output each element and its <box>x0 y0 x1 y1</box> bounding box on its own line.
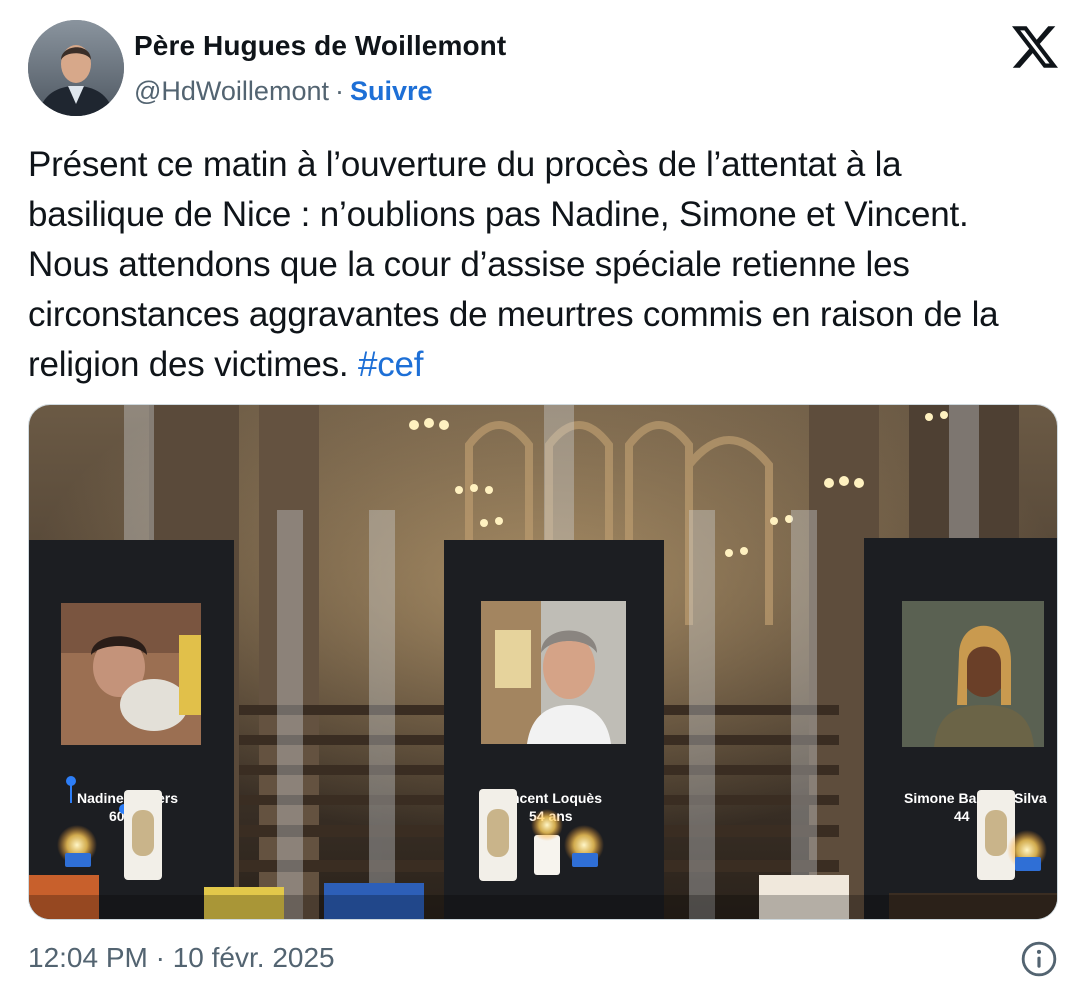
right-panel-age: 44 <box>954 808 970 824</box>
info-icon[interactable] <box>1020 940 1058 978</box>
author-name[interactable]: Père Hugues de Woillemont <box>134 30 506 62</box>
tweet-photo[interactable]: Nadine ers 60 ncent Loquès 54 ans Simone… <box>28 404 1058 920</box>
avatar[interactable] <box>28 20 124 116</box>
right-panel-name-a: Simone Ba <box>904 790 977 806</box>
timestamp[interactable]: 12:04 PM · 10 févr. 2025 <box>28 942 335 974</box>
church-memorial-photo: Nadine ers 60 ncent Loquès 54 ans Simone… <box>29 405 1057 919</box>
hashtag-link[interactable]: #cef <box>358 345 424 384</box>
separator: · <box>334 76 344 106</box>
author-handle[interactable]: @HdWoillemont <box>134 76 329 106</box>
x-logo-icon[interactable] <box>1012 24 1058 70</box>
follow-button[interactable]: Suivre <box>350 76 433 106</box>
right-panel-name-b: Silva <box>1014 790 1047 806</box>
tweet-footer: 12:04 PM · 10 févr. 2025 <box>28 940 1058 980</box>
handle-row: @HdWoillemont · Suivre <box>134 76 433 107</box>
tweet-text: Présent ce matin à l’ouverture du procès… <box>28 140 1038 390</box>
left-panel-name: Nadine <box>77 790 124 806</box>
tweet-body: Présent ce matin à l’ouverture du procès… <box>28 145 999 384</box>
tweet-header: Père Hugues de Woillemont @HdWoillemont ·… <box>28 20 1058 120</box>
center-panel-name: ncent Loquès <box>511 790 602 806</box>
